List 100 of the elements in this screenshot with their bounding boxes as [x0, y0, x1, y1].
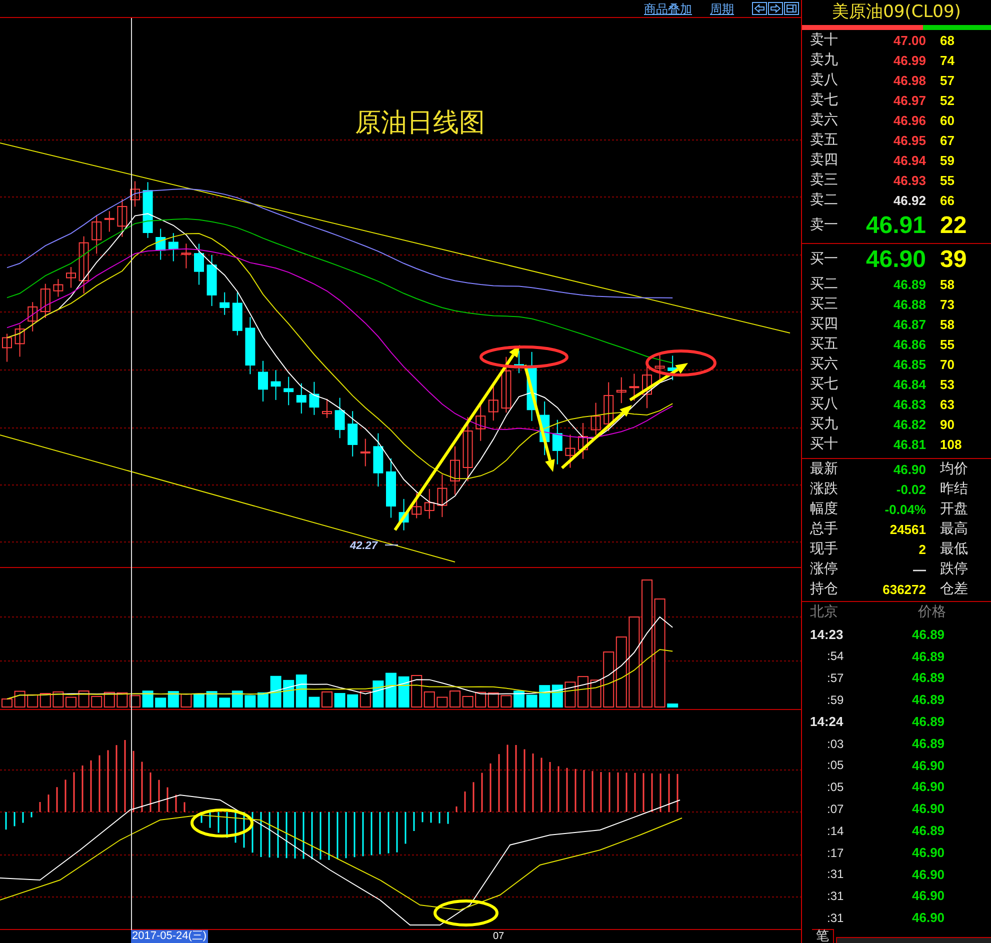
tick-price: 46.90 [912, 844, 945, 862]
layout-button[interactable] [784, 2, 799, 15]
forward-button[interactable] [768, 2, 783, 15]
order-price: 46.91 [864, 210, 926, 241]
candlestick [590, 402, 601, 436]
tick-time: 14:24 [810, 713, 844, 732]
stat-label: 涨跌 [810, 480, 839, 500]
left-arrow-icon [754, 4, 765, 13]
order-volume: 68 [940, 32, 954, 50]
tick-time: :31 [826, 910, 845, 927]
candlestick [92, 214, 102, 254]
order-price: 46.85 [892, 356, 926, 374]
stat-label: 开盘 [940, 500, 968, 520]
stat-value: 636272 [882, 581, 926, 600]
order-price: 46.86 [892, 336, 926, 354]
candlestick [540, 400, 550, 456]
tick-time: :14 [826, 822, 845, 840]
candlestick [450, 446, 460, 496]
candlestick [78, 236, 89, 294]
tick-time: :05 [826, 779, 845, 796]
order-volume: 73 [940, 296, 954, 314]
candlestick [117, 198, 128, 238]
bottom-tab[interactable]: 笔 [812, 929, 834, 943]
toolbar-link[interactable]: 商品叠加 [644, 2, 692, 14]
order-volume: 52 [940, 92, 954, 110]
order-level-label: 买七 [810, 375, 839, 394]
order-volume: 55 [940, 172, 954, 190]
order-level-label: 买二 [810, 275, 839, 294]
order-volume: 74 [940, 52, 954, 70]
order-volume: 67 [940, 132, 954, 150]
stat-label: 涨停 [810, 560, 839, 580]
candlestick [348, 410, 358, 457]
order-price: 46.81 [892, 436, 926, 454]
tick-price: 46.89 [912, 822, 945, 840]
order-price: 46.98 [892, 72, 926, 90]
candlestick [629, 373, 640, 402]
order-volume: 57 [940, 72, 954, 90]
arrow [629, 363, 688, 402]
order-volume: 70 [940, 356, 954, 374]
candlestick [552, 419, 562, 465]
order-price: 46.95 [892, 132, 926, 150]
tick-time: 14:23 [810, 626, 844, 644]
tick-time: :31 [826, 888, 845, 906]
back-button[interactable] [752, 2, 767, 15]
candlestick [104, 210, 114, 232]
tick-price: 46.90 [912, 756, 945, 775]
column-header: 价格 [918, 603, 946, 622]
stat-value: -0.04% [884, 501, 926, 520]
order-price: 46.84 [892, 376, 926, 394]
candlestick [194, 243, 204, 286]
highlight-ellipse [646, 350, 716, 376]
stat-value: -0.02 [895, 481, 926, 500]
tick-price: 46.89 [912, 648, 945, 666]
candlestick [334, 397, 345, 439]
low-price-label: 42.27 [350, 539, 378, 554]
order-price: 46.99 [892, 52, 926, 70]
order-price: 46.90 [864, 244, 926, 275]
order-volume: 60 [940, 112, 954, 130]
stat-label: 最高 [940, 520, 968, 540]
candlestick [2, 333, 12, 362]
order-level-label: 卖八 [810, 71, 839, 90]
stat-value: 24561 [888, 521, 926, 540]
tick-price: 46.90 [912, 866, 945, 884]
tick-time: :54 [826, 648, 845, 666]
order-volume: 39 [940, 244, 967, 275]
candlestick [130, 180, 140, 208]
stat-label: 跌停 [940, 560, 968, 580]
candlestick [654, 353, 665, 382]
candlestick [462, 416, 473, 482]
order-level-label: 买五 [810, 335, 839, 354]
candlestick [616, 376, 626, 404]
highlight-ellipse [434, 900, 498, 926]
order-level-label: 卖二 [810, 191, 839, 210]
tick-time: :05 [826, 757, 845, 774]
instrument-title: 美原油09(CL09) [831, 1, 962, 24]
candlestick [258, 360, 268, 402]
order-price: 46.83 [892, 396, 926, 414]
tick-price: 46.89 [912, 734, 945, 753]
order-price: 46.89 [892, 276, 926, 294]
date-label: 2017-05-24(三) [131, 930, 208, 943]
stat-label: 最新 [810, 460, 839, 480]
toolbar-link[interactable]: 周期 [710, 2, 734, 14]
order-price: 46.94 [892, 152, 926, 170]
order-price: 47.00 [892, 32, 926, 50]
order-volume: 63 [940, 396, 954, 414]
candlestick [565, 434, 576, 468]
candlestick [284, 376, 294, 406]
order-level-label: 卖九 [810, 51, 839, 70]
order-level-label: 买六 [810, 355, 839, 374]
tick-time: :03 [826, 736, 845, 753]
stat-label: 最低 [940, 540, 968, 560]
stat-label: 均价 [940, 460, 968, 480]
candlestick [578, 422, 588, 460]
stat-label: 现手 [810, 540, 839, 560]
order-price: 46.82 [892, 416, 926, 434]
tick-price: 46.90 [912, 800, 945, 818]
order-volume: 90 [940, 416, 954, 434]
tick-price: 46.90 [912, 887, 945, 906]
stat-value: 2 [918, 541, 926, 560]
tick-price: 46.89 [912, 669, 945, 688]
